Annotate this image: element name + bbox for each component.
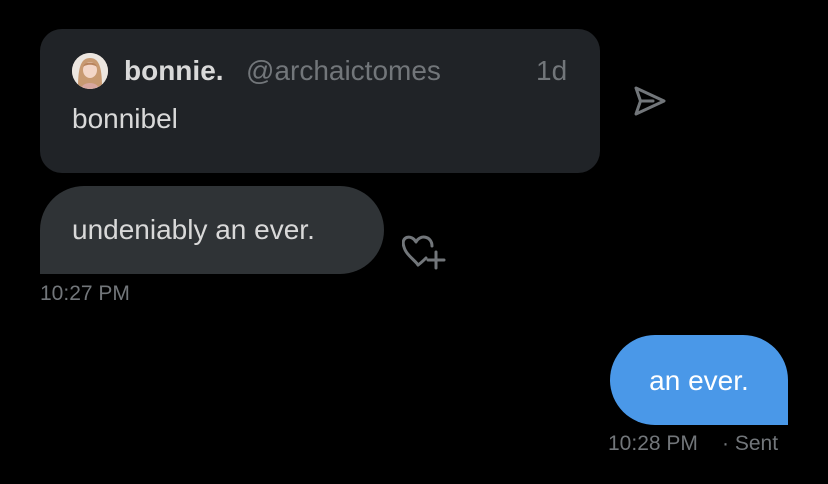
received-message-bubble[interactable]: undeniably an ever.	[40, 186, 384, 274]
send-icon[interactable]	[632, 84, 668, 118]
sent-message-bubble[interactable]: an ever.	[610, 335, 788, 425]
sent-message-status: · Sent	[722, 432, 779, 455]
heart-plus-icon[interactable]	[401, 232, 448, 272]
dm-conversation: bonnie. @archaictomes 1d bonnibel undeni…	[0, 0, 828, 484]
avatar-image	[72, 53, 108, 89]
avatar[interactable]	[72, 53, 108, 89]
sent-message-timestamp: 10:28 PM	[608, 432, 698, 455]
quoted-tweet-handle[interactable]: @archaictomes	[246, 55, 441, 87]
received-message-timestamp: 10:27 PM	[40, 282, 130, 305]
quoted-tweet-card[interactable]: bonnie. @archaictomes 1d bonnibel	[40, 29, 600, 173]
quoted-tweet-text: bonnibel	[72, 103, 178, 134]
received-message-text: undeniably an ever.	[72, 214, 315, 245]
sent-message-text: an ever.	[649, 365, 749, 396]
quoted-tweet-timestamp: 1d	[536, 55, 568, 86]
quoted-tweet-display-name[interactable]: bonnie.	[124, 55, 224, 87]
